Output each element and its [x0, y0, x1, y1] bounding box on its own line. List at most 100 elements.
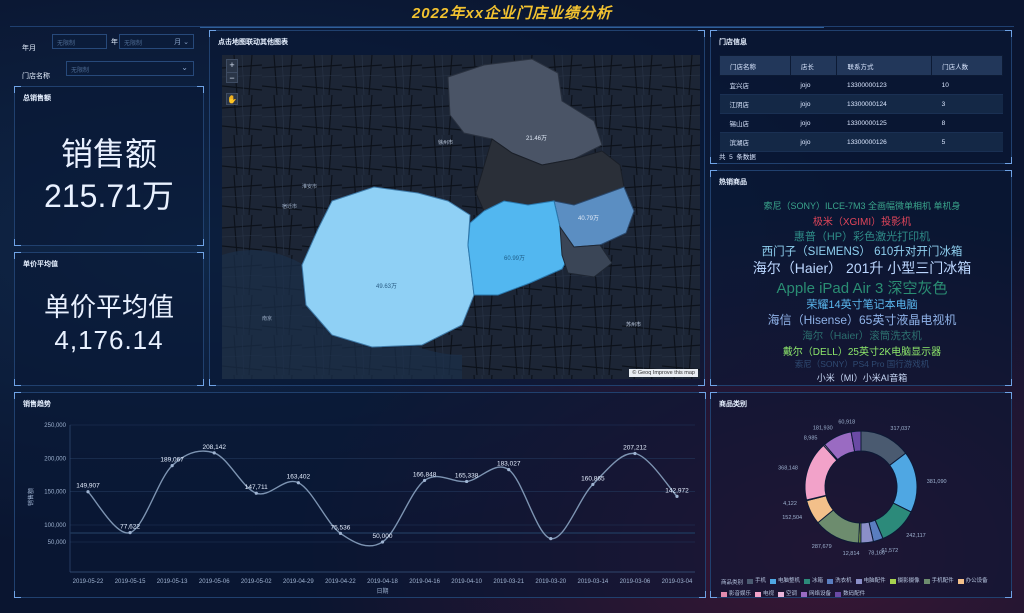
slice-label: 152,504	[782, 515, 802, 521]
column-header[interactable]: 联系方式	[836, 55, 933, 76]
panel-corner	[710, 157, 717, 164]
table-cell: jojo	[790, 132, 837, 152]
filter-year-label: 年月	[22, 45, 36, 52]
legend-label: 办公设备	[965, 578, 988, 584]
word-cloud-item[interactable]: 极米（XGIMI）投影机	[711, 213, 1013, 228]
legend-label: 洗衣机	[835, 578, 852, 584]
title-bar: 2022年xx企业门店业绩分析	[200, 0, 824, 28]
word-cloud-item[interactable]: 西门子（SIEMENS） 610升对开门冰箱	[711, 243, 1013, 259]
year-suffix: 年	[111, 39, 118, 46]
column-header[interactable]: 门店人数	[931, 55, 1003, 76]
data-point	[86, 490, 90, 494]
word-cloud-item[interactable]: Apple iPad Air 3 深空灰色	[711, 277, 1013, 298]
data-label: 183,027	[497, 461, 521, 468]
table-row[interactable]: 江阴店 jojo 13300000124 3	[719, 94, 1003, 114]
slice-label: 242,117	[906, 533, 925, 539]
legend-item[interactable]: 摄影摄像	[889, 577, 920, 586]
column-header[interactable]: 门店名称	[719, 55, 791, 76]
legend-item[interactable]: 电脑整机	[770, 577, 800, 586]
sales-trend-panel: 销售趋势 100,000 150,000 200,000 250,000 50,000 销…	[14, 392, 706, 598]
data-label: 75,536	[330, 524, 350, 531]
slice-label: 12,814	[843, 551, 860, 557]
panel-corner	[14, 239, 21, 246]
zoom-out-button[interactable]: −	[227, 73, 237, 84]
data-label: 77,622	[120, 524, 140, 531]
table-row[interactable]: 锡山店 jojo 13300000125 8	[719, 113, 1003, 133]
panel-corner	[197, 252, 204, 259]
table-cell: 13300000124	[836, 94, 932, 114]
store-select[interactable]: 无限制 ⌄	[66, 61, 194, 76]
filter-store-label: 门店名称	[22, 73, 50, 80]
legend-item[interactable]: 网络设备	[801, 590, 831, 599]
panel-corner	[14, 379, 21, 386]
word-cloud-item[interactable]: 海尔（Haier）滚筒洗衣机	[711, 328, 1013, 343]
table-row[interactable]: 宜兴店 jojo 13300000123 10	[719, 75, 1003, 95]
legend-item[interactable]: 电脑配件	[855, 577, 886, 586]
table-cell: jojo	[790, 94, 837, 114]
y-tick-label: 150,000	[44, 490, 66, 496]
zoom-in-button[interactable]: +	[227, 60, 237, 73]
slice-label: 60,918	[838, 419, 855, 425]
word-cloud-item[interactable]: 惠普（HP）彩色激光打印机	[711, 228, 1013, 244]
table-cell: 宜兴店	[719, 75, 791, 95]
data-label: 189,067	[160, 457, 184, 464]
legend-item[interactable]: 影音娱乐	[721, 590, 751, 599]
panel-corner	[710, 379, 717, 386]
chevron-down-icon: ⌄	[181, 63, 188, 72]
legend-item[interactable]: 空调	[778, 590, 797, 599]
word-cloud-item[interactable]: 荣耀14英寸笔记本电脑	[711, 296, 1013, 312]
hand-pan-icon[interactable]: ✋	[226, 93, 238, 105]
x-tick-label: 2019-03-14	[578, 579, 609, 585]
y-axis-label: 销售额	[27, 488, 35, 506]
word-cloud-item[interactable]: 海信（Hisense）65英寸液晶电视机	[711, 311, 1013, 328]
x-tick-label: 2019-05-13	[157, 579, 188, 585]
sales-kpi-value: 215.71万	[44, 178, 174, 214]
x-tick-label: 2019-05-02	[241, 579, 272, 585]
word-cloud-item[interactable]: 索尼（SONY）PS4 Pro 国行游戏机	[711, 358, 1013, 370]
table-cell: 锡山店	[719, 113, 791, 133]
map-region-west[interactable]	[301, 186, 475, 348]
map-attribution[interactable]: © Geoq Improve this map	[629, 369, 698, 377]
legend-item[interactable]: 办公设备	[957, 577, 988, 586]
panel-title: 单价平均值	[23, 261, 58, 268]
month-dropdown[interactable]: 月 ⌄	[174, 37, 189, 47]
word-cloud-item[interactable]: 海尔（Haier） 201升 小型三门冰箱	[711, 258, 1013, 278]
x-tick-label: 2019-04-22	[325, 579, 356, 585]
column-header[interactable]: 店长	[789, 55, 838, 76]
sales-kpi-panel: 总销售额 销售额 215.71万	[14, 86, 204, 246]
price-kpi-panel: 单价平均值 单价平均值 4,176.14	[14, 252, 204, 386]
legend-item[interactable]: 电视	[755, 590, 774, 599]
legend-swatch	[827, 579, 834, 584]
legend-label: 摄影摄像	[897, 578, 920, 584]
legend-item[interactable]: 手机配件	[923, 577, 954, 586]
table-cell: 滨湖店	[719, 132, 791, 152]
map-panel: 点击地图联动其他图表 21.46万 40.79万 49.63万 60.99万 徐…	[209, 30, 705, 386]
legend-item[interactable]: 手机	[747, 577, 766, 586]
month-input[interactable]: 无限制 月 ⌄	[119, 34, 194, 49]
panel-corner	[698, 30, 705, 37]
table-cell: 13300000123	[836, 75, 932, 95]
map-svg[interactable]	[222, 55, 700, 379]
store-info-panel: 门店信息 门店名称 店长 联系方式 门店人数 宜兴店 jojo 13300000…	[710, 30, 1012, 164]
panel-corner	[1005, 392, 1012, 399]
word-cloud-item[interactable]: 小米（MI）小米AI音箱	[711, 371, 1013, 384]
legend-item[interactable]: 冰箱	[804, 577, 823, 586]
word-cloud-item[interactable]: 戴尔（DELL）25英寸2K电脑显示器	[711, 343, 1013, 358]
data-label: 160,865	[581, 475, 605, 482]
legend-item[interactable]: 数码配件	[835, 590, 865, 599]
x-tick-label: 2019-03-20	[535, 579, 566, 585]
legend-swatch	[855, 579, 862, 584]
data-point	[296, 481, 300, 485]
table-row[interactable]: 滨湖店 jojo 13300000126 5	[719, 132, 1003, 152]
table-footer: 共 5 条数据	[719, 154, 756, 161]
word-cloud-item[interactable]: 索尼（SONY）ILCE-7M3 全画幅微单相机 单机身	[711, 199, 1013, 212]
table-cell: 3	[931, 94, 1003, 114]
category-donut-chart: 317,037381,090242,11761,57278,16612,8142…	[778, 419, 947, 557]
year-input[interactable]: 无限制	[52, 34, 107, 49]
data-label: 149,907	[76, 483, 100, 490]
legend-item[interactable]: 洗衣机	[827, 577, 852, 586]
place-label: 苏州市	[626, 322, 642, 328]
category-panel: 商品类别 317,037 381,090 242,117 61,572 78,166 12…	[710, 392, 1012, 598]
data-point	[549, 537, 553, 541]
map-canvas[interactable]: 21.46万 40.79万 49.63万 60.99万 徐州市 宿迁市 淮安市 …	[222, 55, 700, 379]
